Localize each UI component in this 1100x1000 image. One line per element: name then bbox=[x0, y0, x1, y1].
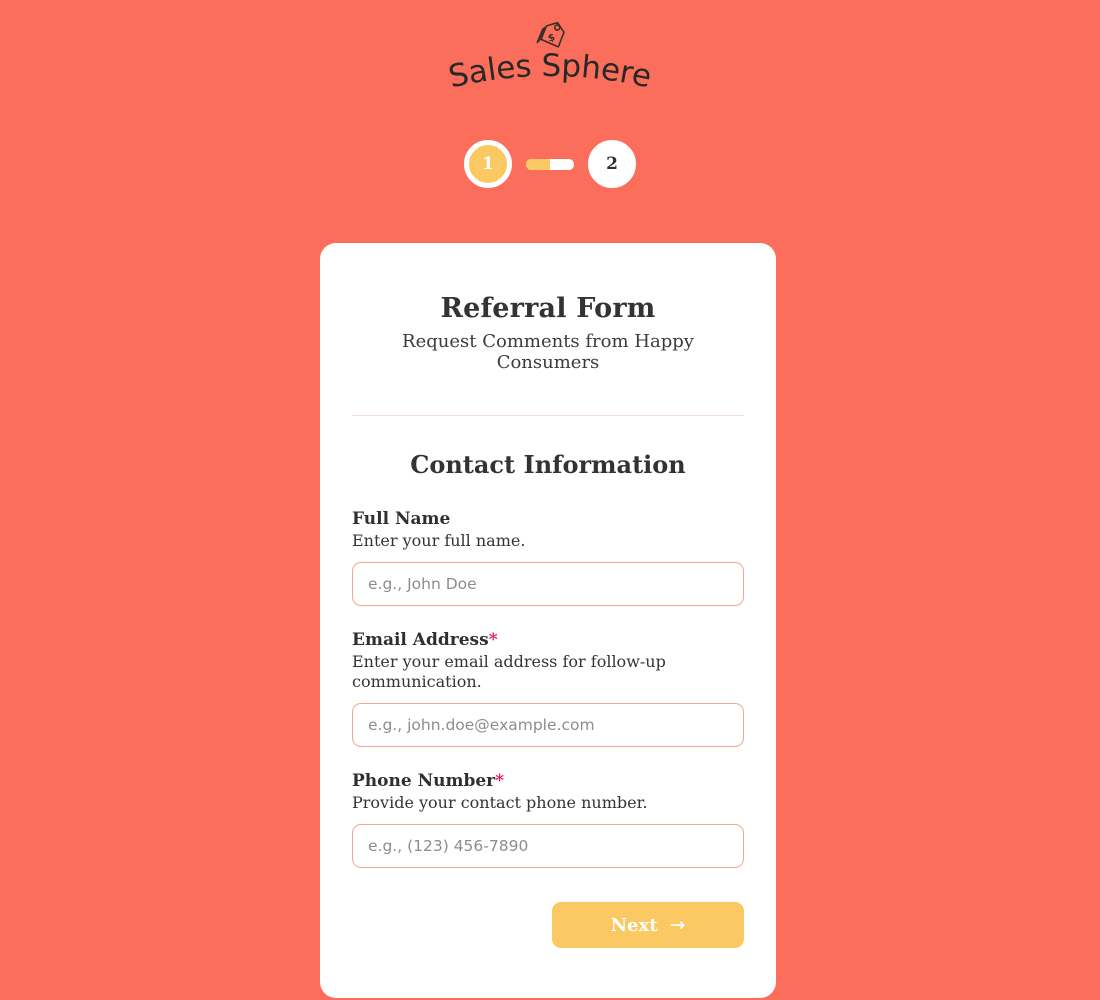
full-name-input[interactable] bbox=[352, 562, 744, 607]
step-indicator-2-label: 2 bbox=[606, 154, 618, 174]
field-email-address-label: Email Address* bbox=[352, 630, 744, 651]
required-asterisk-phone: * bbox=[495, 771, 505, 792]
field-full-name-label-text: Full Name bbox=[352, 509, 451, 529]
step-progress-bar-fill bbox=[526, 158, 550, 170]
field-full-name-description: Enter your full name. bbox=[352, 530, 526, 550]
field-full-name-label: Full Name bbox=[352, 509, 744, 530]
step-indicator-2[interactable]: 2 bbox=[588, 140, 636, 188]
section-title-contact-information: Contact Information bbox=[410, 450, 686, 479]
step-progress-bar bbox=[526, 158, 574, 170]
step-indicator-1-label: 1 bbox=[482, 154, 494, 174]
brand-header: $ Sales Sphere bbox=[0, 18, 1100, 102]
page-title: Referral Form bbox=[440, 293, 656, 324]
arrow-right-icon: → bbox=[669, 913, 686, 936]
next-button[interactable]: Next → bbox=[552, 902, 744, 949]
field-full-name: Full Name Enter your full name. bbox=[352, 509, 744, 607]
field-phone-number: Phone Number* Provide your contact phone… bbox=[352, 771, 744, 869]
phone-number-input[interactable] bbox=[352, 824, 744, 869]
page-subtitle: Request Comments from Happy Consumers bbox=[402, 331, 694, 373]
step-progress-bar-remainder bbox=[550, 158, 574, 170]
next-button-label: Next bbox=[610, 914, 658, 936]
required-asterisk-email: * bbox=[488, 630, 498, 651]
field-phone-number-label: Phone Number* bbox=[352, 771, 744, 792]
field-email-address: Email Address* Enter your email address … bbox=[352, 630, 744, 748]
form-actions: Next → bbox=[352, 902, 744, 949]
brand-name: Sales Sphere bbox=[0, 48, 1100, 102]
field-email-address-description: Enter your email address for follow-up c… bbox=[352, 651, 666, 691]
field-phone-number-label-text: Phone Number bbox=[352, 771, 496, 792]
field-phone-number-description: Provide your contact phone number. bbox=[352, 792, 648, 812]
field-email-address-label-text: Email Address bbox=[352, 630, 489, 651]
email-address-input[interactable] bbox=[352, 703, 744, 748]
brand-name-text: Sales Sphere bbox=[445, 48, 654, 95]
header-divider bbox=[352, 415, 744, 416]
referral-form-card: Referral Form Request Comments from Happ… bbox=[320, 243, 776, 999]
step-indicator-1[interactable]: 1 bbox=[464, 140, 512, 188]
progress-stepper: 1 2 bbox=[0, 140, 1100, 188]
contact-information-fields: Full Name Enter your full name. Email Ad… bbox=[352, 509, 744, 869]
